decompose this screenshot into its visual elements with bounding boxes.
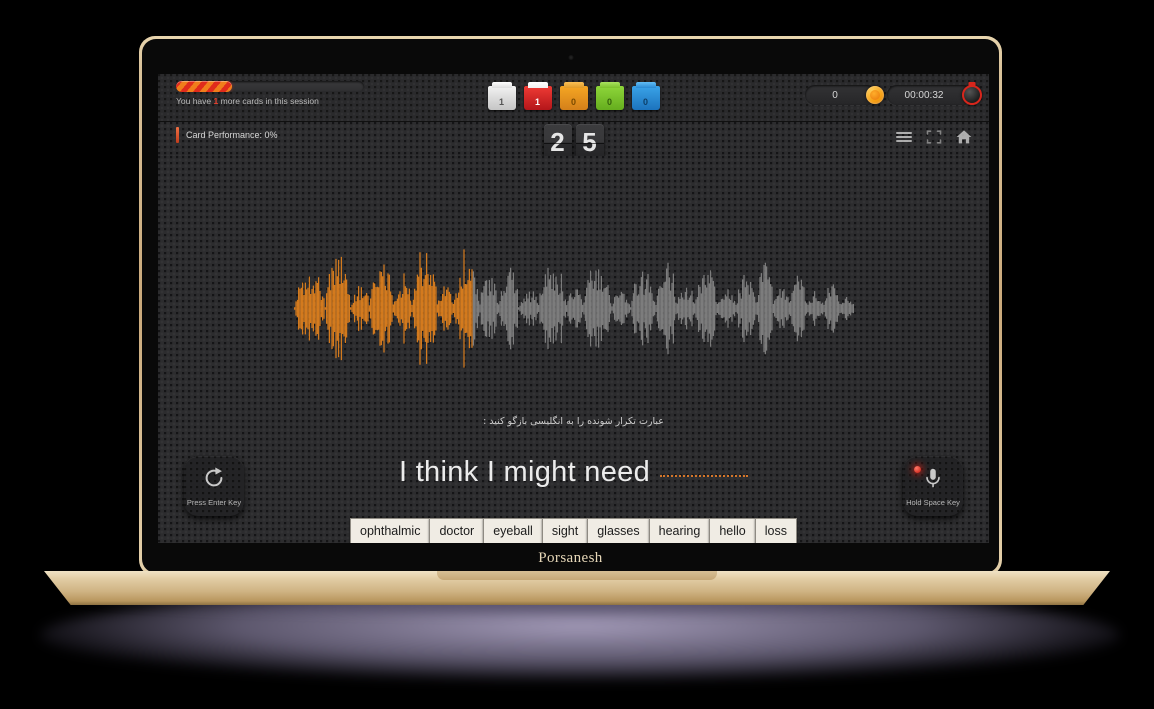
word-chip[interactable]: hello	[709, 518, 756, 543]
word-chip[interactable]: doctor	[429, 518, 485, 543]
card-performance: Card Performance: 0%	[176, 127, 278, 143]
microphone-icon	[921, 466, 945, 495]
record-mic-button[interactable]: Hold Space Key	[903, 456, 963, 516]
sentence-text: I think I might need	[398, 456, 651, 488]
stopwatch-icon	[962, 85, 982, 105]
word-chip[interactable]: ophthalmic	[350, 518, 431, 543]
app-screen: You have 1 more cards in this session 1 …	[158, 74, 989, 543]
waveform-svg	[293, 249, 854, 368]
top-bar: You have 1 more cards in this session 1 …	[158, 74, 989, 122]
nav-icons	[895, 128, 973, 146]
laptop-base-notch	[437, 571, 717, 580]
practice-stage: عبارت تکرار شونده را به انگلیسی بازگو کن…	[158, 156, 989, 543]
fullscreen-icon[interactable]	[925, 128, 943, 146]
counter-new[interactable]: 1	[487, 81, 516, 110]
counter-good[interactable]: 0	[595, 81, 624, 110]
counter-hard[interactable]: 0	[559, 81, 588, 110]
session-note-count: 1	[213, 96, 219, 106]
session-note-prefix: You have	[176, 96, 212, 106]
counter-again-value: 1	[534, 96, 540, 107]
webcam-dot-icon	[568, 55, 573, 60]
counter-again[interactable]: 1	[523, 81, 552, 110]
menu-icon[interactable]	[895, 128, 913, 146]
session-note: You have 1 more cards in this session	[176, 96, 364, 106]
session-note-suffix: more cards in this session	[220, 96, 319, 106]
device-brand-label: Porsanesh	[538, 550, 603, 566]
recording-led-icon	[914, 466, 921, 473]
session-progress: You have 1 more cards in this session	[176, 81, 364, 106]
counter-hard-value: 0	[570, 96, 576, 107]
card-counters: 1 1 0 0 0	[487, 81, 660, 110]
score-value: 0	[832, 89, 838, 101]
replay-button-label: Press Enter Key	[186, 497, 242, 507]
mic-button-label: Hold Space Key	[906, 497, 960, 507]
word-chip[interactable]: eyeball	[483, 518, 543, 543]
instruction-text-fa: عبارت تکرار شونده را به انگلیسی بازگو کن…	[483, 416, 664, 427]
sub-bar: Card Performance: 0% 2 5	[158, 122, 989, 161]
timer-value: 00:00:32	[904, 89, 944, 101]
session-progress-track	[176, 81, 364, 92]
word-choice-chips: ophthalmic doctor eyeball sight glasses heari…	[158, 518, 989, 543]
session-progress-fill	[176, 81, 233, 92]
word-chip[interactable]: glasses	[587, 518, 650, 543]
card-performance-tick-icon	[176, 127, 179, 143]
card-performance-label: Card Performance: 0%	[186, 130, 278, 140]
timer-pill[interactable]: 00:00:32	[887, 85, 982, 105]
laptop-bezel: Porsanesh You have 1 more cards in this …	[142, 39, 999, 573]
word-chip[interactable]: loss	[754, 518, 797, 543]
counter-easy[interactable]: 0	[631, 81, 660, 110]
word-chip[interactable]: hearing	[648, 518, 711, 543]
coin-icon	[866, 86, 884, 104]
sentence-row: I think I might need	[158, 456, 989, 489]
laptop-lid: Porsanesh You have 1 more cards in this …	[139, 36, 1002, 576]
replay-icon	[202, 466, 226, 495]
audio-waveform[interactable]	[158, 246, 989, 371]
answer-blank[interactable]	[660, 475, 749, 477]
counter-good-value: 0	[606, 96, 612, 107]
counter-new-value: 1	[498, 96, 504, 107]
replay-audio-button[interactable]: Press Enter Key	[184, 456, 244, 516]
top-bar-right-group: 0 00:00:32	[805, 85, 982, 105]
counter-easy-value: 0	[642, 96, 648, 107]
word-chip[interactable]: sight	[541, 518, 589, 543]
score-pill[interactable]: 0	[805, 85, 884, 105]
home-icon[interactable]	[955, 128, 973, 146]
